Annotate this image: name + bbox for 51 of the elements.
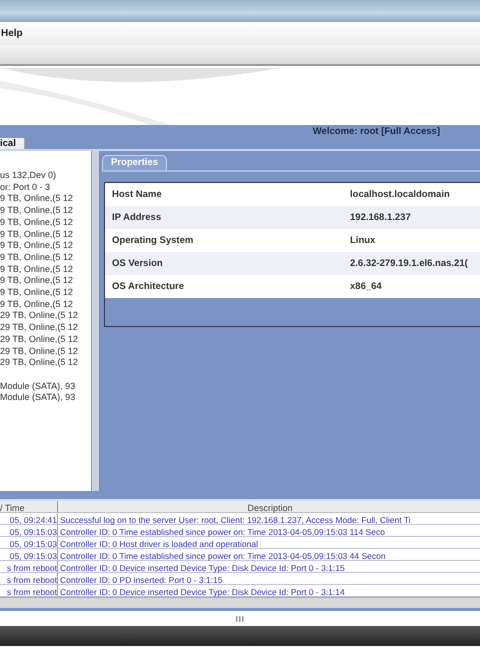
property-name: Operating System xyxy=(111,234,194,248)
tree-item[interactable]: 9 TB, Online,(5 12 xyxy=(0,287,91,299)
property-value: localhost.localdomain xyxy=(350,188,450,202)
property-name: OS Version xyxy=(111,256,164,271)
property-value: 2.6.32-279.19.1.el6.nas.21( xyxy=(350,256,468,271)
property-name: OS Architecture xyxy=(111,280,185,294)
log-description: Controller ID: 0 Time established since power on: Time 2013-04-05,09:15:03 44 Secon xyxy=(60,551,386,561)
welcome-text: Welcome: root [Full Access] xyxy=(312,125,440,138)
log-time: 05, 09:15:03 xyxy=(10,527,57,537)
tree-item[interactable]: 9 TB, Online,(5 12 xyxy=(0,240,91,252)
log-description: Controller ID: 0 Host driver is loaded and operational xyxy=(60,539,258,549)
tree-item[interactable]: Module (SATA), 93 xyxy=(0,380,91,392)
tree-item[interactable]: Module (SATA), 93 xyxy=(0,392,91,404)
tree-item[interactable]: 9 TB, Online,(5 12 xyxy=(0,228,91,240)
tree-item[interactable]: 9 TB, Online,(5 12 xyxy=(0,252,91,264)
property-value: x86_64 xyxy=(350,280,382,294)
tree-item[interactable]: 9 TB, Online,(5 12 xyxy=(0,193,91,206)
tree-item[interactable]: 9 TB, Online,(5 12 xyxy=(0,205,91,217)
tree-item[interactable]: 29 TB, Online,(5 12 xyxy=(0,346,91,358)
tree-item[interactable]: 29 TB, Online,(5 12 xyxy=(0,357,91,369)
property-name: Host Name xyxy=(111,188,163,202)
column-header[interactable]: Description xyxy=(247,503,293,513)
property-value: 192.168.1.237 xyxy=(350,210,411,225)
view-tab[interactable]: ical xyxy=(0,138,25,149)
log-description: Controller ID: 0 Device inserted Device Type: Disk Device Id: Port 0 - 3:1:14 xyxy=(60,587,345,597)
tree-item[interactable]: 9 TB, Online,(5 12 xyxy=(0,298,91,310)
divider-bar[interactable] xyxy=(0,491,480,501)
log-description: Successful log on to the server User: root, Client: 192.168.1.237, Access Mode: Full, Client Ti xyxy=(60,515,411,525)
log-time: s from reboot xyxy=(6,563,57,573)
tree-item[interactable]: 9 TB, Online,(5 12 xyxy=(0,264,91,276)
tree-item[interactable]: 29 TB, Online,(5 12 xyxy=(0,310,91,322)
tree-item[interactable]: 29 TB, Online,(5 12 xyxy=(0,322,91,334)
column-header[interactable]: / Time xyxy=(0,503,25,513)
log-description: Controller ID: 0 PD inserted: Port 0 - 3:1:15 xyxy=(60,575,223,585)
log-description: Controller ID: 0 Device inserted Device Type: Disk Device Id: Port 0 - 3:1:15 xyxy=(60,563,345,573)
tree-item[interactable]: or: Port 0 - 3 xyxy=(0,182,91,194)
property-value: Linux xyxy=(350,234,376,248)
property-name: IP Address xyxy=(111,210,162,225)
tree-item[interactable]: us 132,Dev 0) xyxy=(0,170,91,182)
log-time: s from reboot xyxy=(6,587,57,597)
menu-item[interactable]: Help xyxy=(1,26,23,41)
log-description: Controller ID: 0 Time established since power on: Time 2013-04-05,09:15:03 114 Seco xyxy=(60,527,385,537)
tree-item[interactable]: 9 TB, Online,(5 12 xyxy=(0,216,91,229)
log-time: 05, 09:15:03 xyxy=(10,551,57,561)
log-time: s from reboot xyxy=(6,575,57,585)
tree-item[interactable]: 29 TB, Online,(5 12 xyxy=(0,334,91,346)
tree-item[interactable]: 9 TB, Online,(5 12 xyxy=(0,275,91,288)
log-time: 05, 09:15:03 xyxy=(10,539,57,549)
grip-icon xyxy=(236,616,244,622)
log-time: 05, 09:24:41 xyxy=(10,515,57,525)
splitter[interactable] xyxy=(92,151,100,491)
